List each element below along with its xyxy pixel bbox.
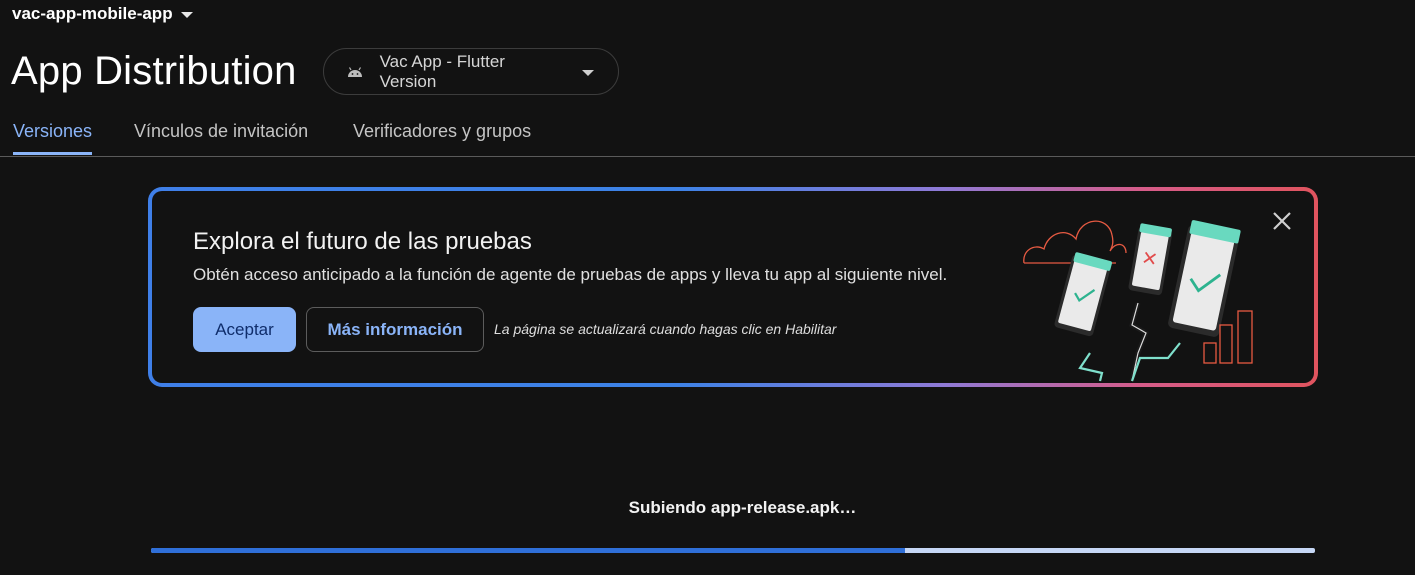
accept-button[interactable]: Aceptar [193, 307, 296, 352]
promo-banner-body: Explora el futuro de las pruebas Obtén a… [152, 191, 1314, 383]
upload-progress-bar [151, 548, 1315, 553]
close-icon[interactable] [1268, 207, 1296, 235]
banner-note: La página se actualizará cuando hagas cl… [494, 321, 837, 337]
testing-illustration [1020, 213, 1265, 383]
tab-bar: Versiones Vínculos de invitación Verific… [0, 113, 1415, 157]
chevron-down-icon [180, 12, 193, 18]
tab-verificadores-grupos[interactable]: Verificadores y grupos [353, 121, 531, 155]
project-selector[interactable]: vac-app-mobile-app [12, 4, 193, 24]
banner-description: Obtén acceso anticipado a la función de … [193, 265, 948, 284]
promo-banner: Explora el futuro de las pruebas Obtén a… [148, 187, 1318, 387]
title-row: App Distribution Vac App - Flutter Versi… [11, 48, 619, 95]
tab-versiones[interactable]: Versiones [13, 121, 93, 155]
android-icon [346, 65, 364, 79]
app-selector-label: Vac App - Flutter Version [379, 51, 505, 91]
chevron-down-icon [581, 69, 594, 76]
more-info-button[interactable]: Más información [306, 307, 484, 352]
app-selector[interactable]: Vac App - Flutter Version [322, 48, 619, 95]
project-name: vac-app-mobile-app [12, 4, 173, 23]
upload-progress-fill [151, 548, 906, 553]
page-title: App Distribution [11, 49, 297, 93]
tab-vinculos-invitacion[interactable]: Vínculos de invitación [134, 121, 308, 155]
upload-status: Subiendo app-release.apk… [628, 498, 857, 517]
banner-title: Explora el futuro de las pruebas [193, 228, 532, 255]
